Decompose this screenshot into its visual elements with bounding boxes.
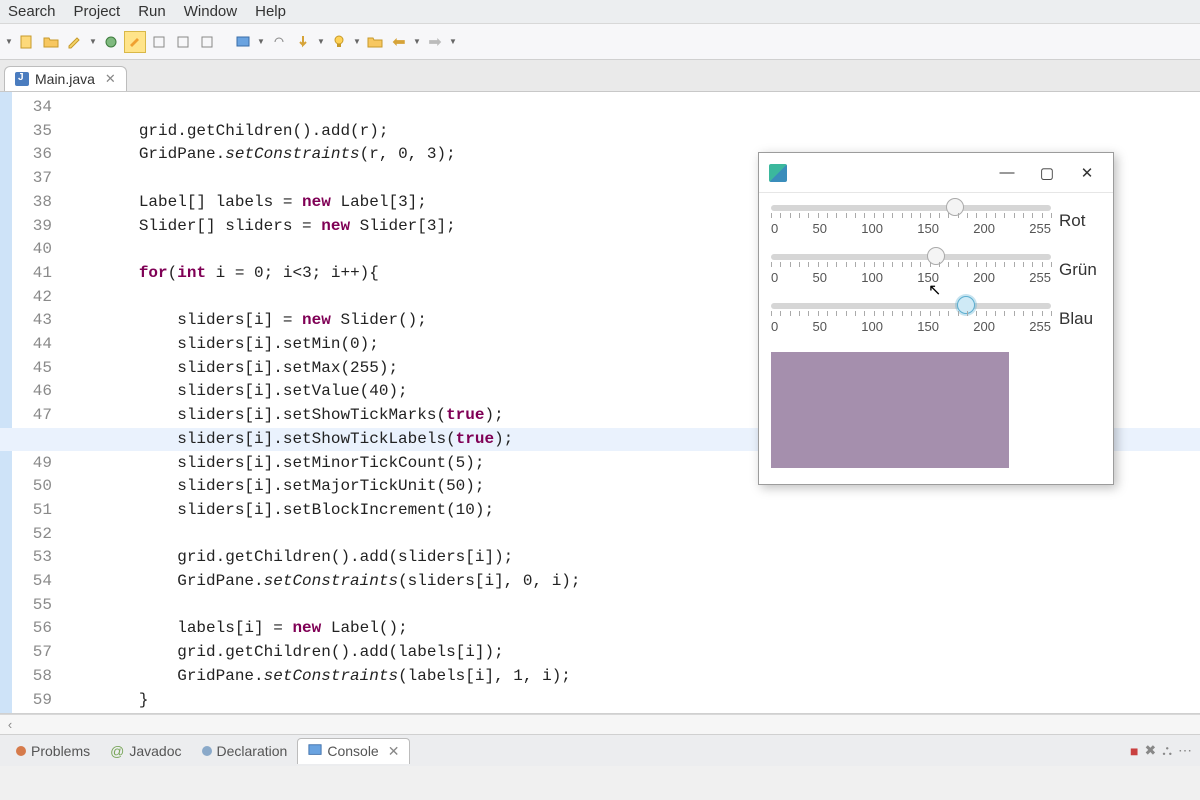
- console-actions: ■ ✖ ⛬ ⋯: [1130, 742, 1192, 759]
- line-gutter: 34 35 36 37 38 39 40 41 42 43 44 45 46 4…: [12, 92, 62, 713]
- bottom-view-tabs: Problems @ Javadoc Declaration Console ✕…: [0, 734, 1200, 766]
- marker-bar: [0, 92, 12, 713]
- slider-tick-labels: 050100150200255: [771, 319, 1051, 334]
- dropdown-icon[interactable]: ▼: [352, 31, 362, 53]
- close-icon[interactable]: ✕: [388, 743, 400, 760]
- forward-icon[interactable]: ➡: [424, 31, 446, 53]
- menu-project[interactable]: Project: [74, 3, 121, 20]
- tab-label: Declaration: [217, 743, 288, 759]
- tab-label: Problems: [31, 743, 90, 759]
- tab-problems[interactable]: Problems: [6, 739, 100, 763]
- menu-help[interactable]: Help: [255, 3, 286, 20]
- more-icon[interactable]: ⋯: [1178, 742, 1192, 759]
- menu-window[interactable]: Window: [184, 3, 237, 20]
- app-icon: [769, 164, 787, 182]
- tool-icon[interactable]: [196, 31, 218, 53]
- slider-label: Blau: [1059, 309, 1101, 329]
- code-line[interactable]: }: [62, 689, 1200, 713]
- color-swatch: [771, 352, 1009, 468]
- step-icon[interactable]: [292, 31, 314, 53]
- folder-icon[interactable]: [364, 31, 386, 53]
- remove-all-icon[interactable]: ⛬: [1162, 742, 1172, 759]
- code-line[interactable]: labels[i] = new Label();: [62, 617, 1200, 641]
- screen-icon[interactable]: [232, 31, 254, 53]
- dropdown-icon[interactable]: ▼: [316, 31, 326, 53]
- slider-row: 050100150200255 Grün: [771, 254, 1101, 285]
- dropdown-icon[interactable]: ▼: [448, 31, 458, 53]
- editor-tab-main[interactable]: Main.java ✕: [4, 66, 127, 91]
- debug-icon[interactable]: [100, 31, 122, 53]
- slider-tick-labels: 050100150200255: [771, 221, 1051, 236]
- dropdown-icon[interactable]: ▼: [412, 31, 422, 53]
- problems-icon: [16, 746, 26, 756]
- minimize-button[interactable]: —: [987, 158, 1027, 188]
- close-icon[interactable]: ✕: [105, 71, 116, 87]
- java-file-icon: [15, 72, 29, 86]
- window-titlebar[interactable]: — ▢ ✕: [759, 153, 1113, 193]
- tool-icon[interactable]: [172, 31, 194, 53]
- slider-row: 050100150200255 Rot: [771, 205, 1101, 236]
- tab-label: Main.java: [35, 71, 95, 87]
- menu-run[interactable]: Run: [138, 3, 166, 20]
- back-icon[interactable]: ⬅: [388, 31, 410, 53]
- dropdown-icon[interactable]: ▼: [4, 31, 14, 53]
- slider-row: 050100150200255 Blau: [771, 303, 1101, 334]
- app-content: 050100150200255Rot050100150200255Grün050…: [759, 193, 1113, 484]
- slider-rot[interactable]: 050100150200255: [771, 205, 1051, 236]
- code-line[interactable]: [62, 523, 1200, 547]
- horizontal-scrollbar[interactable]: ‹: [0, 714, 1200, 734]
- code-line[interactable]: grid.getChildren().add(r);: [62, 120, 1200, 144]
- terminate-icon[interactable]: ■: [1130, 743, 1138, 759]
- new-icon[interactable]: [16, 31, 38, 53]
- open-icon[interactable]: [40, 31, 62, 53]
- menu-bar: Search Project Run Window Help: [0, 0, 1200, 24]
- close-button[interactable]: ✕: [1067, 158, 1107, 188]
- code-line[interactable]: GridPane.setConstraints(labels[i], 1, i)…: [62, 665, 1200, 689]
- declaration-icon: [202, 746, 212, 756]
- dropdown-icon[interactable]: ▼: [256, 31, 266, 53]
- tab-label: Javadoc: [129, 743, 181, 759]
- maximize-button[interactable]: ▢: [1027, 158, 1067, 188]
- link-icon[interactable]: [268, 31, 290, 53]
- code-line[interactable]: [62, 96, 1200, 120]
- slider-tick-labels: 050100150200255: [771, 270, 1051, 285]
- javadoc-icon: @: [110, 743, 124, 759]
- dropdown-icon[interactable]: ▼: [88, 31, 98, 53]
- tab-console[interactable]: Console ✕: [297, 738, 410, 764]
- javafx-app-window[interactable]: — ▢ ✕ 050100150200255 Rot 050100150200255 G…: [758, 152, 1114, 485]
- remove-icon[interactable]: ✖: [1144, 742, 1156, 759]
- slider-blau[interactable]: 050100150200255: [771, 303, 1051, 334]
- code-line[interactable]: GridPane.setConstraints(sliders[i], 0, i…: [62, 570, 1200, 594]
- slider-grün[interactable]: 050100150200255: [771, 254, 1051, 285]
- tab-javadoc[interactable]: @ Javadoc: [100, 739, 191, 763]
- tab-label: Console: [327, 743, 378, 759]
- toolbar: ▼ ▼ ▼ ▼ ▼ ⬅ ▼ ➡ ▼: [0, 24, 1200, 60]
- tab-declaration[interactable]: Declaration: [192, 739, 298, 763]
- edit-icon[interactable]: [64, 31, 86, 53]
- bulb-icon[interactable]: [328, 31, 350, 53]
- code-line[interactable]: grid.getChildren().add(sliders[i]);: [62, 546, 1200, 570]
- menu-search[interactable]: Search: [8, 3, 56, 20]
- highlight-icon[interactable]: [124, 31, 146, 53]
- code-line[interactable]: sliders[i].setBlockIncrement(10);: [62, 499, 1200, 523]
- editor-tabbar: Main.java ✕: [0, 60, 1200, 92]
- tool-icon[interactable]: [148, 31, 170, 53]
- slider-label: Rot: [1059, 211, 1101, 231]
- slider-label: Grün: [1059, 260, 1101, 280]
- console-icon: [308, 743, 322, 760]
- code-line[interactable]: grid.getChildren().add(labels[i]);: [62, 641, 1200, 665]
- code-line[interactable]: [62, 594, 1200, 618]
- scroll-left-icon[interactable]: ‹: [0, 717, 20, 732]
